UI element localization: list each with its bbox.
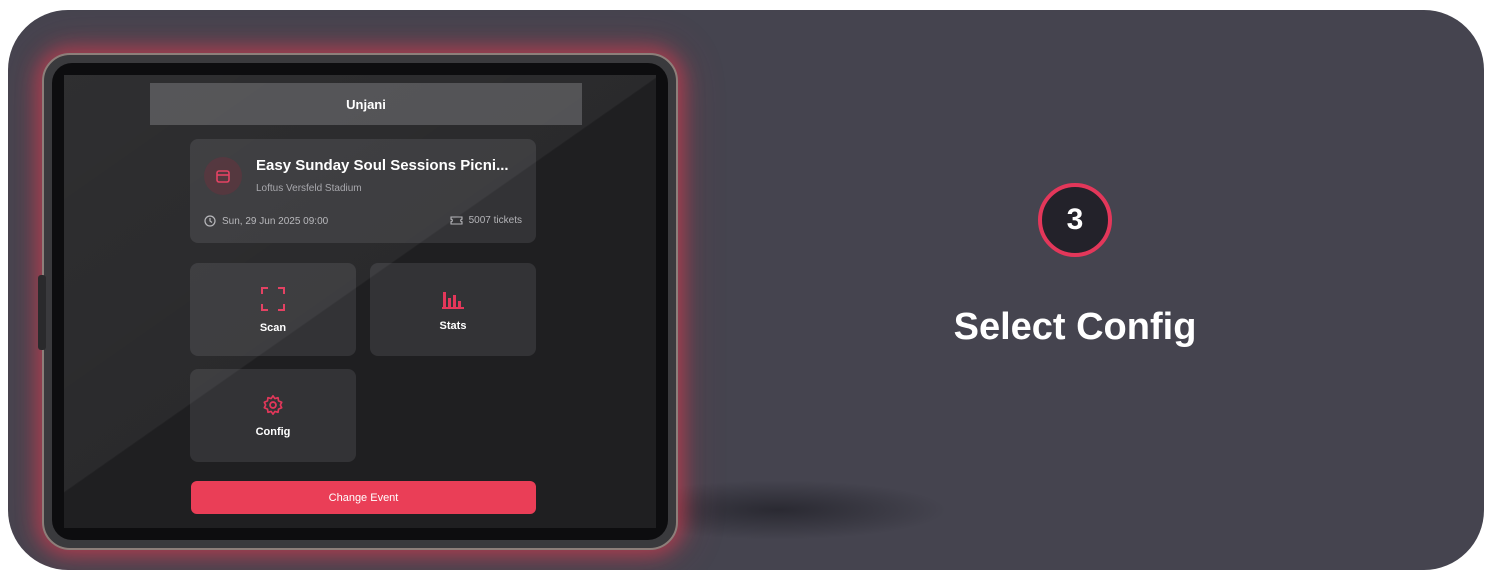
bar-chart-icon xyxy=(442,291,464,309)
stats-tile[interactable]: Stats xyxy=(370,263,536,356)
event-title: Easy Sunday Soul Sessions Picni... xyxy=(256,157,509,174)
change-event-button[interactable]: Change Event xyxy=(191,481,536,514)
app-header: Unjani xyxy=(150,83,582,125)
app-title: Unjani xyxy=(346,96,386,112)
instruction-banner: Unjani Easy Sunday Soul Sessions Picni..… xyxy=(8,10,1484,570)
event-tickets-text: 5007 tickets xyxy=(468,215,522,226)
gear-icon xyxy=(263,394,283,415)
scan-tile[interactable]: Scan xyxy=(190,263,356,356)
event-datetime-text: Sun, 29 Jun 2025 09:00 xyxy=(222,215,329,227)
step-title: Select Config xyxy=(953,306,1197,348)
stats-label: Stats xyxy=(439,319,467,332)
event-card[interactable]: Easy Sunday Soul Sessions Picni... Loftu… xyxy=(190,139,536,243)
step-number-badge: 3 xyxy=(1038,183,1112,257)
tablet-side-button xyxy=(38,275,46,350)
tablet-bezel: Unjani Easy Sunday Soul Sessions Picni..… xyxy=(52,63,668,540)
config-label: Config xyxy=(255,425,291,438)
ticket-icon xyxy=(450,216,463,225)
calendar-icon xyxy=(204,157,242,195)
config-tile[interactable]: Config xyxy=(190,369,356,462)
tablet-device: Unjani Easy Sunday Soul Sessions Picni..… xyxy=(38,53,678,550)
event-venue: Loftus Versfeld Stadium xyxy=(256,183,362,194)
step-number: 3 xyxy=(1066,203,1084,236)
event-tickets: 5007 tickets xyxy=(450,215,522,226)
scan-frame-icon xyxy=(261,286,285,311)
app-screen: Unjani Easy Sunday Soul Sessions Picni..… xyxy=(64,75,656,528)
scan-label: Scan xyxy=(259,321,287,334)
clock-icon xyxy=(204,215,216,227)
event-datetime: Sun, 29 Jun 2025 09:00 xyxy=(204,215,328,227)
